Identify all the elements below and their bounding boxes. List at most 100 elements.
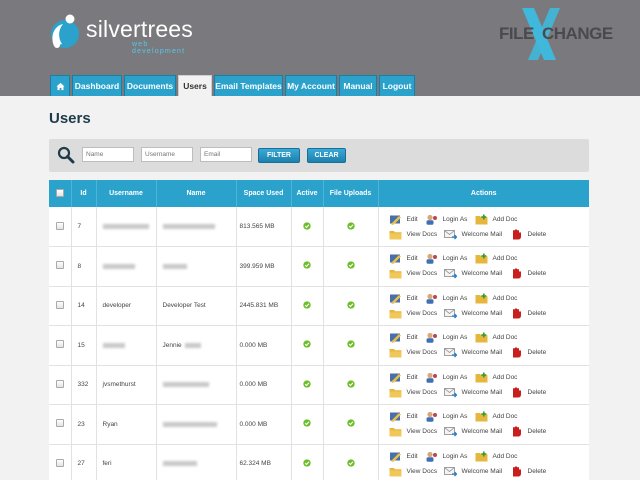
add-doc-label: Add Doc bbox=[492, 255, 518, 263]
silvertrees-logo[interactable]: silvertrees web development bbox=[48, 14, 193, 55]
edit-action[interactable]: Edit bbox=[389, 411, 425, 423]
add-doc-action[interactable]: Add Doc bbox=[475, 214, 517, 225]
row-checkbox[interactable] bbox=[55, 221, 64, 230]
row-uploads-cell bbox=[323, 207, 379, 247]
welcome-mail-action[interactable]: Welcome Mail bbox=[443, 426, 510, 437]
tab-manual[interactable]: Manual bbox=[339, 75, 377, 96]
login-as-action[interactable]: Login As bbox=[425, 214, 475, 225]
view-docs-action[interactable]: View Docs bbox=[389, 308, 444, 319]
tab-logout[interactable]: Logout bbox=[379, 75, 415, 96]
folder-icon bbox=[389, 388, 401, 398]
add-doc-action[interactable]: Add Doc bbox=[475, 372, 517, 383]
page-title: Users bbox=[49, 110, 91, 127]
tab-my-account[interactable]: My Account bbox=[285, 75, 337, 96]
login-as-action[interactable]: Login As bbox=[425, 293, 475, 304]
row-username: jvsmethurst bbox=[96, 365, 157, 405]
delete-action[interactable]: Delete bbox=[510, 466, 546, 477]
row-checkbox[interactable] bbox=[55, 261, 64, 270]
row-select-cell bbox=[49, 404, 72, 445]
row-active-cell bbox=[291, 404, 324, 445]
header-file-uploads[interactable]: File Uploads bbox=[323, 180, 379, 207]
view-docs-action[interactable]: View Docs bbox=[389, 268, 444, 279]
welcome-mail-action[interactable]: Welcome Mail bbox=[443, 466, 510, 477]
login-as-action[interactable]: Login As bbox=[425, 411, 475, 423]
tab-users[interactable]: Users bbox=[178, 75, 212, 96]
header-space-used[interactable]: Space Used bbox=[236, 180, 292, 207]
welcome-mail-action[interactable]: Welcome Mail bbox=[443, 268, 510, 279]
select-all-checkbox[interactable] bbox=[55, 188, 64, 197]
email-filter-input[interactable] bbox=[200, 147, 252, 162]
login-as-label: Login As bbox=[442, 334, 468, 342]
delete-hand-icon bbox=[512, 426, 521, 437]
tab-documents[interactable]: Documents bbox=[124, 75, 176, 96]
header-id[interactable]: Id bbox=[71, 180, 97, 207]
username-filter-input[interactable] bbox=[141, 147, 193, 162]
row-active-cell bbox=[291, 444, 324, 480]
edit-action[interactable]: Edit bbox=[389, 214, 425, 225]
row-checkbox[interactable] bbox=[55, 340, 64, 349]
delete-action[interactable]: Delete bbox=[510, 426, 546, 437]
tab-home[interactable] bbox=[50, 75, 70, 96]
redacted-name bbox=[162, 263, 187, 269]
edit-icon bbox=[389, 215, 401, 225]
delete-action[interactable]: Delete bbox=[510, 228, 546, 240]
edit-action[interactable]: Edit bbox=[389, 293, 425, 304]
edit-action[interactable]: Edit bbox=[389, 372, 425, 383]
row-checkbox[interactable] bbox=[55, 379, 64, 388]
row-checkbox[interactable] bbox=[55, 300, 64, 309]
clear-button[interactable]: CLEAR bbox=[307, 148, 346, 163]
filter-button[interactable]: FILTER bbox=[258, 148, 300, 163]
view-docs-action[interactable]: View Docs bbox=[389, 466, 444, 477]
delete-action[interactable]: Delete bbox=[510, 268, 546, 279]
view-docs-action[interactable]: View Docs bbox=[389, 387, 444, 398]
login-as-action[interactable]: Login As bbox=[425, 372, 475, 383]
welcome-mail-action[interactable]: Welcome Mail bbox=[443, 229, 510, 240]
edit-action[interactable]: Edit bbox=[389, 253, 425, 265]
welcome-mail-label: Welcome Mail bbox=[461, 428, 503, 436]
view-docs-action[interactable]: View Docs bbox=[389, 347, 444, 358]
header-name[interactable]: Name bbox=[156, 180, 237, 207]
header-active[interactable]: Active bbox=[291, 180, 324, 207]
add-folder-icon bbox=[475, 372, 487, 383]
delete-hand-icon bbox=[512, 466, 521, 477]
row-active-cell bbox=[291, 286, 324, 326]
login-as-label: Login As bbox=[442, 373, 468, 381]
edit-action[interactable]: Edit bbox=[389, 451, 425, 462]
add-doc-action[interactable]: Add Doc bbox=[475, 451, 518, 462]
delete-action[interactable]: Delete bbox=[510, 347, 546, 358]
login-as-action[interactable]: Login As bbox=[425, 253, 475, 265]
name-filter-input[interactable] bbox=[82, 147, 134, 162]
tab-dashboard[interactable]: Dashboard bbox=[72, 75, 122, 96]
home-icon bbox=[55, 82, 65, 90]
add-folder-icon bbox=[475, 332, 487, 343]
tab-email-templates[interactable]: Email Templates bbox=[214, 75, 283, 96]
brand-name: silvertrees bbox=[86, 16, 194, 42]
add-doc-action[interactable]: Add Doc bbox=[475, 332, 517, 343]
view-docs-action[interactable]: View Docs bbox=[389, 426, 444, 437]
login-as-icon bbox=[426, 372, 437, 383]
filter-bar: FILTER CLEAR bbox=[49, 139, 589, 172]
uploads-check-icon bbox=[346, 261, 355, 269]
mail-icon bbox=[443, 229, 457, 239]
row-active-cell bbox=[291, 365, 324, 405]
login-as-label: Login As bbox=[442, 413, 468, 421]
add-doc-action[interactable]: Add Doc bbox=[475, 253, 518, 264]
add-doc-label: Add Doc bbox=[492, 452, 518, 460]
login-as-action[interactable]: Login As bbox=[425, 332, 475, 344]
login-as-label: Login As bbox=[442, 452, 468, 460]
delete-action[interactable]: Delete bbox=[510, 308, 546, 319]
view-docs-action[interactable]: View Docs bbox=[389, 229, 444, 240]
row-checkbox[interactable] bbox=[55, 458, 64, 467]
login-as-action[interactable]: Login As bbox=[425, 451, 475, 462]
welcome-mail-action[interactable]: Welcome Mail bbox=[443, 387, 510, 398]
welcome-mail-action[interactable]: Welcome Mail bbox=[443, 308, 510, 319]
row-actions: Edit Login As Add Doc View Docs Welcome … bbox=[378, 365, 589, 405]
delete-action[interactable]: Delete bbox=[510, 387, 546, 398]
edit-action[interactable]: Edit bbox=[389, 332, 425, 344]
add-doc-action[interactable]: Add Doc bbox=[475, 293, 517, 304]
header-username[interactable]: Username bbox=[96, 180, 157, 207]
add-doc-action[interactable]: Add Doc bbox=[475, 411, 517, 422]
row-uploads-cell bbox=[323, 325, 379, 366]
row-checkbox[interactable] bbox=[55, 419, 64, 428]
welcome-mail-action[interactable]: Welcome Mail bbox=[443, 347, 510, 358]
